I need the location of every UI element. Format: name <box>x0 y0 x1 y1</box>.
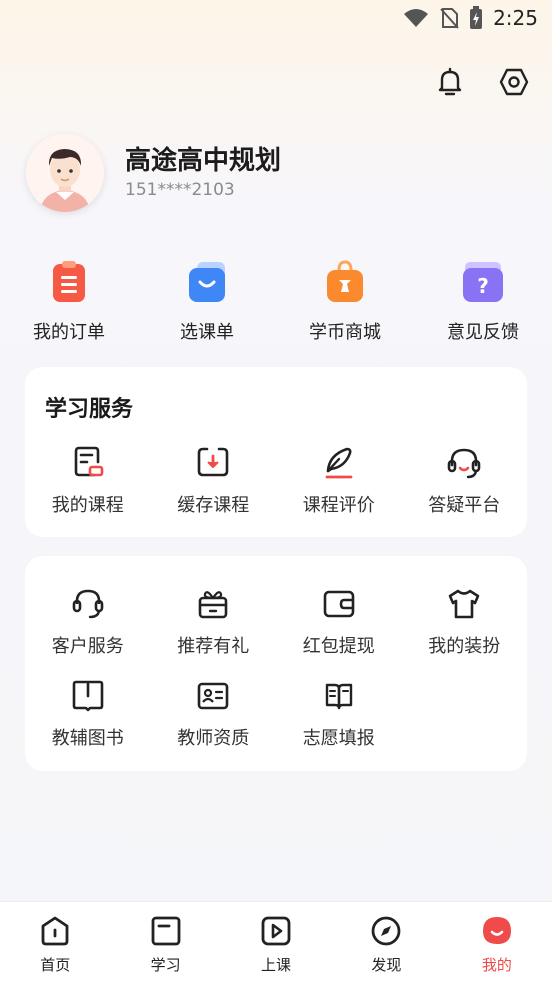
tab-label: 上课 <box>261 956 292 974</box>
quick-label: 学币商城 <box>309 322 381 343</box>
service-qa-platform[interactable]: 答疑平台 <box>402 445 528 517</box>
download-cache-icon <box>197 447 229 477</box>
quick-label: 选课单 <box>180 322 234 343</box>
service-label: 我的装扮 <box>428 636 501 657</box>
other-services-card: 客户服务 推荐有礼 红包提现 我的装扮 教辅图书 教师资质 志愿填报 <box>25 556 527 771</box>
profile-name[interactable]: 高途高中规划 <box>125 140 281 177</box>
service-reference-books[interactable]: 教辅图书 <box>25 678 151 750</box>
other-services-row-2: 教辅图书 教师资质 志愿填报 <box>25 678 527 750</box>
quick-label: 意见反馈 <box>447 322 519 343</box>
service-referral-gift[interactable]: 推荐有礼 <box>151 586 277 658</box>
service-label: 推荐有礼 <box>177 636 250 657</box>
svg-text:?: ? <box>477 274 489 298</box>
quick-feedback[interactable]: ? 意见反馈 <box>414 258 552 344</box>
tab-label: 发现 <box>371 956 402 974</box>
service-label: 教辅图书 <box>51 728 124 749</box>
tab-home[interactable]: 首页 <box>0 902 110 983</box>
tab-study[interactable]: 学习 <box>110 902 220 983</box>
pen-review-icon <box>325 447 353 479</box>
id-card-icon <box>197 682 229 710</box>
settings-button[interactable] <box>496 64 532 100</box>
avatar-illustration-icon <box>26 134 104 212</box>
service-label: 教师资质 <box>177 728 250 749</box>
tab-class[interactable]: 上课 <box>221 902 331 983</box>
order-clipboard-icon <box>53 261 85 302</box>
quick-my-orders[interactable]: 我的订单 <box>0 258 138 344</box>
service-label: 答疑平台 <box>428 495 501 516</box>
service-label: 我的课程 <box>51 495 124 516</box>
notification-button[interactable] <box>432 64 468 100</box>
coin-mall-icon <box>327 260 363 302</box>
status-icons: 2:25 <box>403 6 538 30</box>
tab-label: 学习 <box>150 956 181 974</box>
feedback-question-icon: ? <box>463 262 503 302</box>
book-icon <box>72 680 104 712</box>
top-actions <box>432 64 532 100</box>
customer-service-icon <box>72 589 104 619</box>
service-redpacket-withdraw[interactable]: 红包提现 <box>276 586 402 658</box>
compass-icon <box>372 916 401 946</box>
study-services-title: 学习服务 <box>45 397 134 422</box>
wifi-icon <box>404 9 429 27</box>
tab-label: 我的 <box>481 956 512 974</box>
service-my-courses[interactable]: 我的课程 <box>25 445 151 517</box>
service-volunteer-application[interactable]: 志愿填报 <box>276 678 402 750</box>
status-time: 2:25 <box>493 6 538 30</box>
quick-actions: 我的订单 选课单 学币商城 ? 意见反馈 <box>0 258 552 344</box>
open-book-icon <box>325 683 352 710</box>
status-bar: 2:25 <box>0 0 552 38</box>
quick-coin-mall[interactable]: 学币商城 <box>276 258 414 344</box>
tab-me[interactable]: 我的 <box>442 902 552 983</box>
avatar[interactable] <box>26 134 104 212</box>
play-icon <box>261 916 291 946</box>
tshirt-icon <box>448 589 480 619</box>
home-icon <box>41 916 69 946</box>
study-icon <box>151 916 181 946</box>
no-sim-icon <box>440 8 459 29</box>
service-customer-service[interactable]: 客户服务 <box>25 586 151 658</box>
service-label: 客户服务 <box>51 636 124 657</box>
quick-label: 我的订单 <box>33 322 105 343</box>
me-icon <box>482 917 511 944</box>
service-cache-courses[interactable]: 缓存课程 <box>151 445 277 517</box>
course-bag-icon <box>189 262 225 302</box>
bell-icon <box>438 67 462 96</box>
service-label: 课程评价 <box>302 495 375 516</box>
gear-icon <box>499 68 529 96</box>
profile-phone: 151****2103 <box>125 180 235 200</box>
service-label: 红包提现 <box>302 636 375 657</box>
service-my-outfit[interactable]: 我的装扮 <box>402 586 528 658</box>
my-course-icon <box>74 446 104 477</box>
study-services-grid: 我的课程 缓存课程 课程评价 答疑平台 <box>25 445 527 517</box>
service-course-review[interactable]: 课程评价 <box>276 445 402 517</box>
battery-charging-icon <box>470 6 483 29</box>
tab-label: 首页 <box>40 956 71 974</box>
wallet-icon <box>323 590 355 618</box>
bottom-tab-bar: 首页 学习 上课 发现 我的 <box>0 901 552 983</box>
service-label: 志愿填报 <box>302 728 375 749</box>
quick-course-list[interactable]: 选课单 <box>138 258 276 344</box>
gift-icon <box>198 591 228 619</box>
tab-discover[interactable]: 发现 <box>331 902 441 983</box>
other-services-row-1: 客户服务 推荐有礼 红包提现 我的装扮 <box>25 586 527 658</box>
headset-qa-icon <box>447 448 481 479</box>
service-teacher-credentials[interactable]: 教师资质 <box>151 678 277 750</box>
study-services-card: 学习服务 我的课程 缓存课程 课程评价 答疑平台 <box>25 367 527 537</box>
service-label: 缓存课程 <box>177 495 250 516</box>
